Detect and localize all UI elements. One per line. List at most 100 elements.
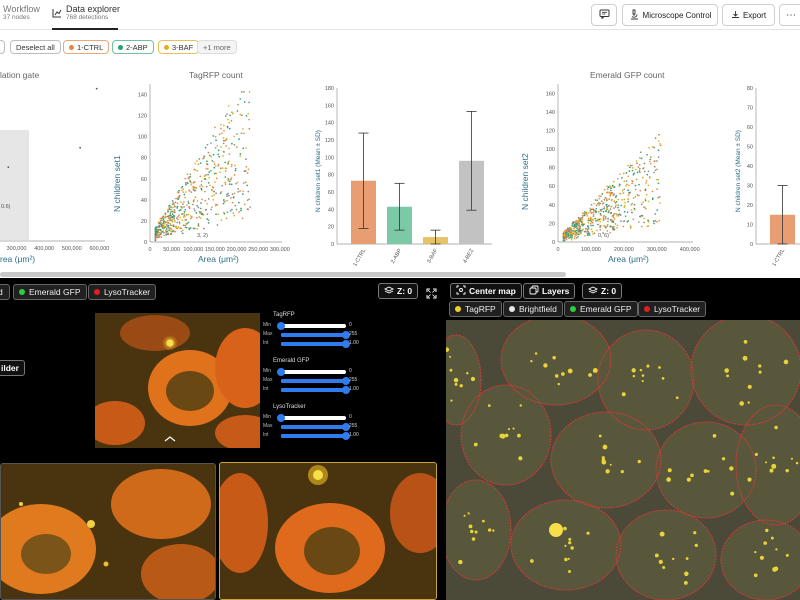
scatter-point <box>645 180 648 182</box>
scatter-point <box>204 209 207 211</box>
fullscreen-icon[interactable] <box>426 286 437 304</box>
bar-category-label: 3-BAF <box>426 247 439 264</box>
scatter-point <box>580 221 583 223</box>
scatter-point <box>643 217 645 220</box>
channel-chip-lysotracker-right[interactable]: LysoTracker <box>638 301 707 317</box>
right-zoom-button[interactable]: Z: 0 <box>582 283 623 299</box>
group-chip-baf[interactable]: 3-BAF <box>158 40 200 54</box>
scatter-point <box>626 183 628 186</box>
scatter-point <box>628 184 630 187</box>
export-button[interactable]: Export <box>722 4 775 26</box>
slider-toggle-button[interactable]: ilder <box>0 360 25 376</box>
more-options-button[interactable]: ⋯ <box>779 4 800 26</box>
scatter-point <box>237 191 239 193</box>
more-groups-chip[interactable]: +1 more <box>197 40 237 54</box>
group-chip-abp[interactable]: 2-ABP <box>112 40 154 54</box>
scatter-point <box>217 153 220 156</box>
more-icon: ⋯ <box>786 9 796 21</box>
scatter-point <box>199 175 202 178</box>
vesicle <box>463 514 466 517</box>
slider-track[interactable] <box>281 386 350 394</box>
slider-label: Max <box>263 377 273 383</box>
slider-track[interactable] <box>281 377 350 385</box>
scatter-point <box>166 230 169 233</box>
micrograph-tile-left[interactable] <box>0 463 216 600</box>
scatter-point <box>606 191 609 194</box>
segmentation-map[interactable] <box>446 320 800 600</box>
scatter-point <box>600 195 602 198</box>
scatter-point <box>227 179 230 182</box>
scatter-point <box>610 198 613 201</box>
vesicle <box>795 461 799 465</box>
scatter-point <box>182 191 185 193</box>
cell-body <box>551 412 661 508</box>
center-map-button[interactable]: Center map <box>450 283 522 299</box>
scatter-point <box>227 160 230 163</box>
scatter-point <box>623 188 626 191</box>
channel-chip-brightfield[interactable]: Brightfield <box>503 301 563 317</box>
slider-track[interactable] <box>277 368 346 376</box>
vesicle <box>468 524 473 529</box>
comment-button[interactable] <box>591 4 617 26</box>
slider-track[interactable] <box>281 432 350 440</box>
select-all-button[interactable] <box>0 40 5 54</box>
scatter-point <box>627 219 630 222</box>
vesicle <box>753 573 758 578</box>
channel-chip-emerald[interactable]: Emerald GFP <box>13 284 87 300</box>
left-zoom-label: Z: 0 <box>397 286 413 296</box>
scatter-point <box>224 115 227 117</box>
scatter-point <box>224 183 227 185</box>
vesicle <box>543 363 548 368</box>
scatter-point <box>596 199 599 202</box>
brightfield-chip-partial[interactable]: d <box>0 284 10 300</box>
slider-label: Max <box>263 331 273 337</box>
vesicle <box>641 380 644 383</box>
scatter-point <box>220 123 222 126</box>
slider-track[interactable] <box>281 331 350 339</box>
tab-data-explorer[interactable]: Data explorer 768 detections <box>52 4 120 30</box>
micrograph-preview[interactable] <box>95 313 260 448</box>
scatter-point <box>159 228 162 231</box>
bar-y-tick: 160 <box>325 103 334 109</box>
scatter-point <box>630 209 633 211</box>
scatter-point <box>218 133 221 136</box>
channel-chip-tagrfp[interactable]: TagRFP <box>449 301 502 317</box>
scatter-point <box>240 91 243 93</box>
slider-handle[interactable] <box>277 414 285 422</box>
gate-rectangle[interactable] <box>0 130 29 240</box>
scatter-point <box>205 185 208 188</box>
micrograph-tile-selected[interactable] <box>219 462 437 600</box>
scatter-point <box>188 190 191 192</box>
emerald-dot-icon <box>19 289 25 295</box>
channel-chip-label: Emerald GFP <box>29 287 81 297</box>
microscope-control-button[interactable]: Microscope Control <box>622 4 718 26</box>
scatter-x-tick: 100,000 <box>183 247 203 253</box>
scatter-point <box>641 176 644 179</box>
tab-workflow[interactable]: Workflow 37 nodes <box>3 4 40 21</box>
slider-track[interactable] <box>281 423 350 431</box>
deselect-all-button[interactable]: Deselect all <box>10 40 61 54</box>
scatter-point <box>599 209 602 211</box>
scatter-point <box>575 224 578 226</box>
channel-chip-emerald-right[interactable]: Emerald GFP <box>564 301 638 317</box>
vesicle <box>518 456 523 461</box>
scatter-point <box>608 204 610 207</box>
slider-track[interactable] <box>277 414 346 422</box>
slider-handle[interactable] <box>277 368 285 376</box>
scatter-point <box>225 167 228 170</box>
left-zoom-button[interactable]: Z: 0 <box>378 283 419 299</box>
slider-track[interactable] <box>281 340 350 348</box>
scatter-point <box>173 210 176 212</box>
charts-horizontal-scrollbar[interactable] <box>0 272 566 277</box>
vesicle <box>609 463 612 466</box>
scatter-point <box>624 215 627 218</box>
vesicle <box>783 359 789 365</box>
channel-chip-lysotracker[interactable]: LysoTracker <box>88 284 157 300</box>
group-chip-ctrl[interactable]: 1-CTRL <box>63 40 110 54</box>
slider-handle[interactable] <box>277 322 285 330</box>
layers-button[interactable]: Layers <box>523 283 576 299</box>
scatter-point <box>239 155 242 157</box>
scatter-point <box>196 228 199 230</box>
scatter-point <box>245 147 247 149</box>
slider-track[interactable] <box>277 322 346 330</box>
